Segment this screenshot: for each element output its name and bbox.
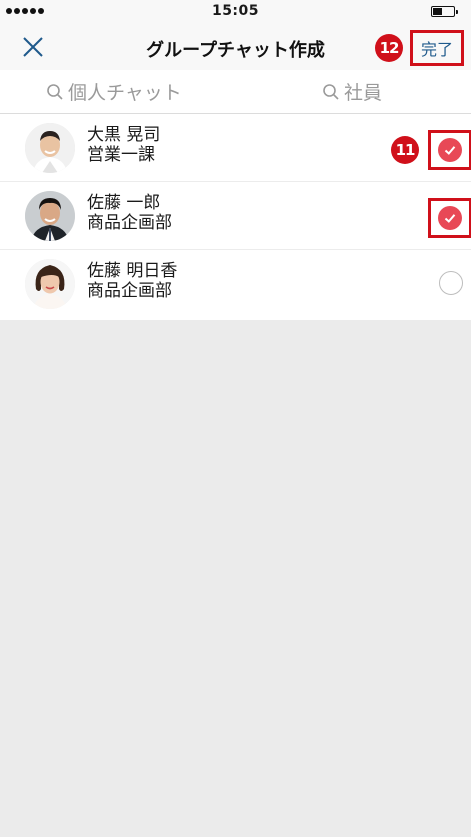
battery-icon xyxy=(431,6,458,17)
checkmark-icon xyxy=(438,138,462,162)
member-name: 佐藤 明日香 xyxy=(87,261,178,281)
search-tab-individual-chat[interactable]: 個人チャット xyxy=(46,78,182,105)
avatar xyxy=(25,191,75,241)
done-button[interactable]: 完了 xyxy=(410,30,464,66)
select-checkbox[interactable] xyxy=(439,271,463,295)
member-department: 営業一課 xyxy=(87,145,155,165)
page-title: グループチャット作成 xyxy=(146,40,325,61)
list-item[interactable]: 佐藤 明日香 商品企画部 xyxy=(0,250,471,320)
search-bar: 個人チャット 社員 xyxy=(0,70,471,114)
search-tab-employee-label: 社員 xyxy=(344,82,383,104)
member-department: 商品企画部 xyxy=(87,213,172,233)
select-checkbox[interactable] xyxy=(428,198,471,238)
annotation-badge-12: 12 xyxy=(375,34,403,62)
member-department: 商品企画部 xyxy=(87,281,172,301)
annotation-badge-11: 11 xyxy=(391,136,419,164)
search-tab-individual-label: 個人チャット xyxy=(68,82,182,104)
search-icon xyxy=(47,83,63,100)
list-item[interactable]: 佐藤 一郎 商品企画部 xyxy=(0,182,471,250)
checkmark-icon xyxy=(438,206,462,230)
status-bar: 15:05 xyxy=(0,0,471,24)
avatar xyxy=(25,123,75,173)
member-name: 佐藤 一郎 xyxy=(87,193,161,213)
select-checkbox[interactable] xyxy=(428,130,471,170)
search-tab-employee[interactable]: 社員 xyxy=(322,78,382,105)
search-icon xyxy=(323,83,339,100)
avatar xyxy=(25,259,75,309)
close-icon xyxy=(23,37,43,57)
status-time: 15:05 xyxy=(211,3,260,19)
close-button[interactable] xyxy=(18,32,48,62)
member-name: 大黒 晃司 xyxy=(87,125,161,145)
